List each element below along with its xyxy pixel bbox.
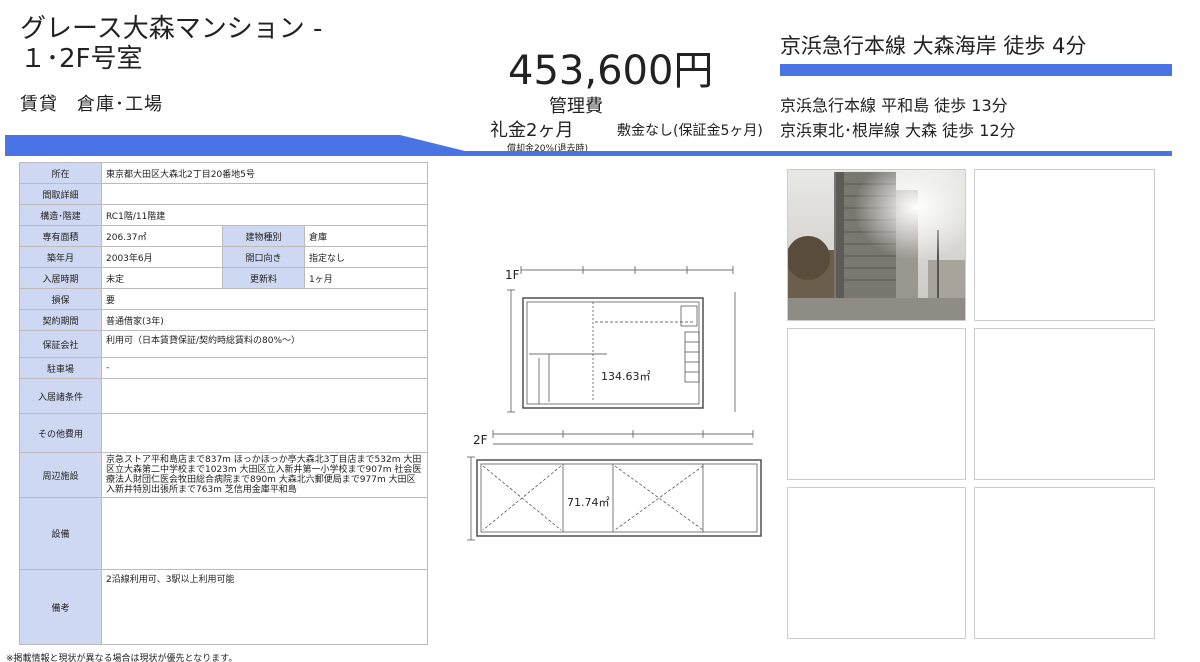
building-type-label: 建物種別 bbox=[222, 225, 305, 247]
conditions-value bbox=[101, 378, 428, 414]
layout-label: 間取詳細 bbox=[19, 183, 102, 205]
station-accent-bar bbox=[780, 64, 1172, 76]
renewal-label: 更新料 bbox=[222, 267, 305, 289]
structure-label: 構造･階建 bbox=[19, 204, 102, 226]
photo-slot-6 bbox=[974, 487, 1155, 639]
structure-value: RC1階/11階建 bbox=[101, 204, 428, 226]
remarks-value: 2沿線利用可、3駅以上利用可能 bbox=[101, 569, 428, 645]
floor-plan: 1F 134.63㎡ 2F 71.74㎡ bbox=[467, 266, 762, 541]
photo-slot-3 bbox=[787, 328, 966, 480]
guarantor-value: 利用可（日本賃貸保証/契約時総賃料の80%～） bbox=[101, 330, 428, 358]
parking-label: 駐車場 bbox=[19, 357, 102, 379]
contract-value: 普通借家(3年) bbox=[101, 309, 428, 331]
built-value: 2003年6月 bbox=[101, 246, 223, 268]
location-label: 所在 bbox=[19, 162, 102, 184]
building-exterior-image bbox=[786, 170, 965, 320]
station-main: 京浜急行本線 大森海岸 徒歩 4分 bbox=[780, 34, 1087, 58]
photo-slot-2 bbox=[974, 169, 1155, 321]
property-type: 賃貸 倉庫･工場 bbox=[20, 94, 163, 115]
parking-value: - bbox=[101, 357, 428, 379]
nearby-value: 京急ストア平和島店まで837m ほっかほっか亭大森北3丁目店まで532m 大田区… bbox=[101, 452, 428, 498]
building-photo bbox=[786, 169, 966, 321]
equipment-label: 設備 bbox=[19, 497, 102, 570]
floor2-label: 2F bbox=[473, 433, 488, 447]
move-in-value: 未定 bbox=[101, 267, 223, 289]
built-label: 築年月 bbox=[19, 246, 102, 268]
move-in-label: 入居時期 bbox=[19, 267, 102, 289]
conditions-label: 入居諸条件 bbox=[19, 378, 102, 414]
other-fees-value bbox=[101, 413, 428, 453]
floor1-area: 134.63㎡ bbox=[601, 370, 651, 383]
header-band bbox=[5, 135, 1172, 156]
property-info-table: 所在 東京都大田区大森北2丁目20番地5号 間取詳細 構造･階建 RC1階/11… bbox=[19, 162, 428, 645]
contract-label: 契約期間 bbox=[19, 309, 102, 331]
property-title: グレース大森マンション - １･2F号室 bbox=[20, 14, 323, 74]
insurance-value: 要 bbox=[101, 288, 428, 310]
facing-label: 開口向き bbox=[222, 246, 305, 268]
floor2-area: 71.74㎡ bbox=[567, 496, 610, 509]
guarantor-label: 保証会社 bbox=[19, 330, 102, 358]
photo-slot-5 bbox=[787, 487, 966, 639]
remarks-label: 備考 bbox=[19, 569, 102, 645]
station-sub-1: 京浜急行本線 平和島 徒歩 13分 bbox=[780, 96, 1008, 115]
floor1-label: 1F bbox=[505, 268, 520, 282]
location-value: 東京都大田区大森北2丁目20番地5号 bbox=[101, 162, 428, 184]
renewal-value: 1ヶ月 bbox=[304, 267, 428, 289]
footnote: ※掲載情報と現状が異なる場合は現状が優先となります。 bbox=[6, 654, 238, 662]
insurance-label: 損保 bbox=[19, 288, 102, 310]
building-type-value: 倉庫 bbox=[304, 225, 428, 247]
photo-slot-4 bbox=[974, 328, 1155, 480]
equipment-value bbox=[101, 497, 428, 570]
other-fees-label: その他費用 bbox=[19, 413, 102, 453]
nearby-label: 周辺施設 bbox=[19, 452, 102, 498]
rent-price: 453,600円 bbox=[508, 48, 714, 94]
area-label: 専有面積 bbox=[19, 225, 102, 247]
facing-value: 指定なし bbox=[304, 246, 428, 268]
area-value: 206.37㎡ bbox=[101, 225, 223, 247]
layout-value bbox=[101, 183, 428, 205]
management-fee: 管理費 bbox=[549, 96, 603, 117]
